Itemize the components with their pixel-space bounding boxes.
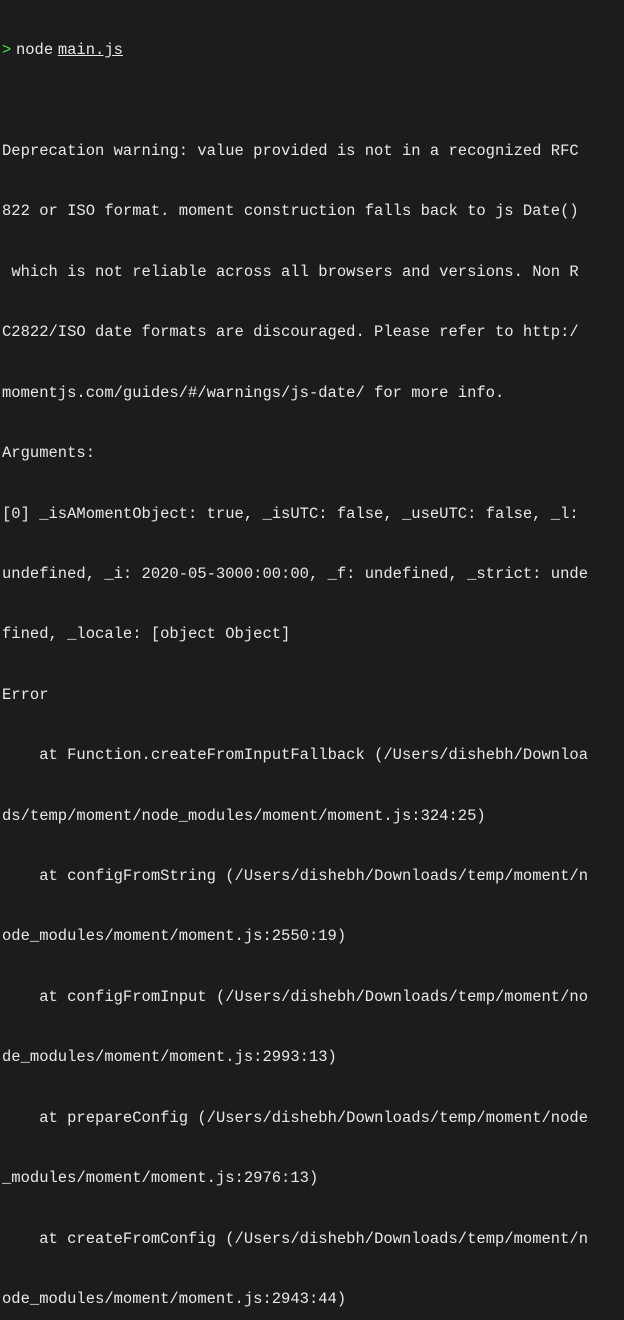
output-line: Error <box>2 685 624 705</box>
output-line: which is not reliable across all browser… <box>2 262 624 282</box>
terminal-output: > node main.js Deprecation warning: valu… <box>2 0 624 1320</box>
output-line: at createFromConfig (/Users/dishebh/Down… <box>2 1229 624 1249</box>
command-argument: main.js <box>58 40 123 60</box>
output-line: ode_modules/moment/moment.js:2943:44) <box>2 1289 624 1309</box>
output-line: at configFromString (/Users/dishebh/Down… <box>2 866 624 886</box>
output-line: fined, _locale: [object Object] <box>2 624 624 644</box>
output-line: _modules/moment/moment.js:2976:13) <box>2 1168 624 1188</box>
output-line: Arguments: <box>2 443 624 463</box>
stdout: Deprecation warning: value provided is n… <box>2 101 624 1320</box>
output-line: momentjs.com/guides/#/warnings/js-date/ … <box>2 383 624 403</box>
output-line: Deprecation warning: value provided is n… <box>2 141 624 161</box>
output-line: ds/temp/moment/node_modules/moment/momen… <box>2 806 624 826</box>
output-line: at configFromInput (/Users/dishebh/Downl… <box>2 987 624 1007</box>
output-line: at Function.createFromInputFallback (/Us… <box>2 745 624 765</box>
command-line[interactable]: > node main.js <box>2 40 624 60</box>
output-line: de_modules/moment/moment.js:2993:13) <box>2 1047 624 1067</box>
output-line: undefined, _i: 2020-05-3000:00:00, _f: u… <box>2 564 624 584</box>
output-line: C2822/ISO date formats are discouraged. … <box>2 322 624 342</box>
command-name: node <box>16 40 53 60</box>
output-line: ode_modules/moment/moment.js:2550:19) <box>2 926 624 946</box>
prompt-symbol: > <box>2 40 11 60</box>
output-line: [0] _isAMomentObject: true, _isUTC: fals… <box>2 504 624 524</box>
output-line: 822 or ISO format. moment construction f… <box>2 201 624 221</box>
output-line: at prepareConfig (/Users/dishebh/Downloa… <box>2 1108 624 1128</box>
